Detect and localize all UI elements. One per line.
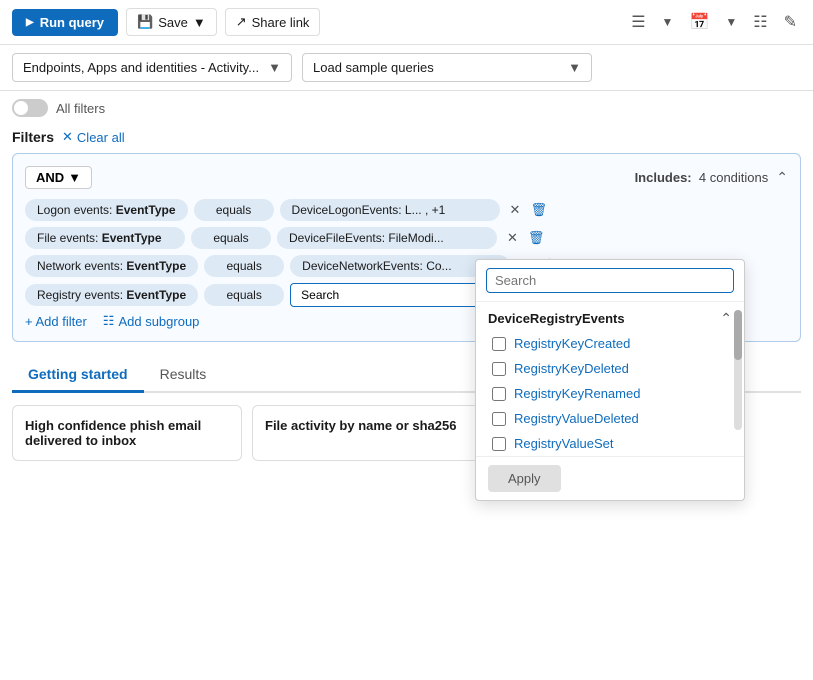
save-label: Save [158, 15, 188, 30]
remove-row-1-button[interactable]: ✕ [503, 228, 522, 248]
value-dropdown-overlay: DeviceRegistryEvents ⌃ RegistryKeyCreate… [475, 259, 745, 501]
dropdown-item-label-2: RegistryKeyRenamed [514, 386, 640, 401]
includes-text: Includes: [635, 170, 692, 185]
run-query-label: Run query [40, 15, 104, 30]
sample-queries-chevron: ▼ [568, 60, 581, 75]
top-bar: ▶ Run query 💾 Save ▼ ↗ Share link ☰ ▼ 📅 … [0, 0, 813, 45]
all-filters-toggle[interactable] [12, 99, 48, 117]
dropdown-scrollbar[interactable] [734, 310, 742, 430]
and-label: AND [36, 170, 64, 185]
add-subgroup-label: Add subgroup [118, 314, 199, 329]
source-dropdown-value: Endpoints, Apps and identities - Activit… [23, 60, 259, 75]
card-1[interactable]: File activity by name or sha256 [252, 405, 482, 461]
filters-row: Filters ✕ Clear all [0, 125, 813, 153]
filter-area: AND ▼ Includes: 4 conditions ⌃ Logon eve… [12, 153, 801, 342]
filter-row-1: File events: EventType equals DeviceFile… [25, 227, 788, 249]
filter-field-0[interactable]: Logon events: EventType [25, 199, 188, 221]
tab-getting-started-label: Getting started [28, 366, 128, 382]
subgroup-icon: ☷ [103, 313, 115, 329]
card-0-title: High confidence phish email delivered to… [25, 418, 201, 448]
dropdown-search-input[interactable] [486, 268, 734, 293]
card-1-title: File activity by name or sha256 [265, 418, 456, 433]
filter-field-3[interactable]: Registry events: EventType [25, 284, 198, 306]
includes-label: Includes: 4 conditions [635, 170, 769, 185]
all-filters-row: All filters [0, 91, 813, 125]
remove-row-0-button[interactable]: ✕ [506, 200, 525, 220]
dropdown-footer: Apply [476, 456, 744, 500]
dropdown-group-header: DeviceRegistryEvents ⌃ [476, 302, 744, 331]
list-view-button[interactable]: ☰ [627, 8, 649, 36]
edit-icon-button[interactable]: ✎ [780, 8, 801, 36]
dropdown-item-label-3: RegistryValueDeleted [514, 411, 639, 426]
delete-row-0-button[interactable]: 🗑 [530, 202, 547, 218]
tab-results[interactable]: Results [144, 358, 223, 393]
dropdown-item-2[interactable]: RegistryKeyRenamed [476, 381, 744, 406]
filter-header: AND ▼ Includes: 4 conditions ⌃ [25, 166, 788, 189]
save-button[interactable]: 💾 Save ▼ [126, 8, 217, 36]
share-link-button[interactable]: ↗ Share link [225, 8, 321, 36]
dropdown-checkbox-2[interactable] [492, 387, 506, 401]
close-x-icon: ✕ [62, 129, 73, 145]
toggle-knob [14, 101, 28, 115]
filter-op-2[interactable]: equals [204, 255, 284, 277]
delete-row-1-button[interactable]: 🗑 [528, 230, 545, 246]
run-query-button[interactable]: ▶ Run query [12, 9, 118, 36]
top-right-actions: ☰ ▼ 📅 ▼ ☷ ✎ [627, 8, 801, 36]
source-dropdown-chevron: ▼ [268, 60, 281, 75]
and-operator-button[interactable]: AND ▼ [25, 166, 92, 189]
dropdown-item-0[interactable]: RegistryKeyCreated [476, 331, 744, 356]
add-subgroup-button[interactable]: ☷ Add subgroup [103, 313, 200, 329]
dropdown-checkbox-1[interactable] [492, 362, 506, 376]
clear-all-button[interactable]: ✕ Clear all [62, 129, 125, 145]
save-icon: 💾 [137, 14, 153, 30]
filter-row-0: Logon events: EventType equals DeviceLog… [25, 199, 788, 221]
calendar-chevron-icon[interactable]: ▼ [721, 11, 741, 33]
sample-queries-value: Load sample queries [313, 60, 434, 75]
conditions-count: 4 conditions [699, 170, 768, 185]
dropdown-checkbox-4[interactable] [492, 437, 506, 451]
dropdowns-row: Endpoints, Apps and identities - Activit… [0, 45, 813, 91]
chevron-list-icon[interactable]: ▼ [658, 11, 678, 33]
add-filter-label: + Add filter [25, 314, 87, 329]
apply-button[interactable]: Apply [488, 465, 561, 492]
tab-results-label: Results [160, 366, 207, 382]
filter-field-2[interactable]: Network events: EventType [25, 255, 198, 277]
dropdown-collapse-button[interactable]: ⌃ [720, 310, 732, 327]
filter-op-0[interactable]: equals [194, 199, 274, 221]
dropdown-item-label-0: RegistryKeyCreated [514, 336, 630, 351]
dropdown-checkbox-0[interactable] [492, 337, 506, 351]
filter-op-1[interactable]: equals [191, 227, 271, 249]
filter-value-0[interactable]: DeviceLogonEvents: L... , +1 [280, 199, 500, 221]
share-link-label: Share link [252, 15, 310, 30]
collapse-button[interactable]: ⌃ [776, 169, 788, 186]
add-filter-button[interactable]: + Add filter [25, 313, 87, 329]
card-0[interactable]: High confidence phish email delivered to… [12, 405, 242, 461]
and-chevron-icon: ▼ [68, 170, 81, 185]
dropdown-search-box [476, 260, 744, 302]
dropdown-item-4[interactable]: RegistryValueSet [476, 431, 744, 456]
save-chevron-icon: ▼ [193, 15, 206, 30]
all-filters-label: All filters [56, 101, 105, 116]
filters-label: Filters [12, 129, 54, 145]
clear-all-label: Clear all [77, 130, 125, 145]
dropdown-item-3[interactable]: RegistryValueDeleted [476, 406, 744, 431]
dropdown-item-label-1: RegistryKeyDeleted [514, 361, 629, 376]
filter-value-1[interactable]: DeviceFileEvents: FileModi... [277, 227, 497, 249]
tab-getting-started[interactable]: Getting started [12, 358, 144, 393]
scrollbar-thumb [734, 310, 742, 360]
dropdown-group-name: DeviceRegistryEvents [488, 311, 625, 326]
dropdown-checkbox-3[interactable] [492, 412, 506, 426]
calendar-button[interactable]: 📅 [685, 8, 713, 36]
filter-field-1[interactable]: File events: EventType [25, 227, 185, 249]
source-dropdown[interactable]: Endpoints, Apps and identities - Activit… [12, 53, 292, 82]
play-icon: ▶ [26, 17, 34, 28]
share-icon: ↗ [236, 14, 247, 30]
sample-queries-dropdown[interactable]: Load sample queries ▼ [302, 53, 592, 82]
dropdown-item-label-4: RegistryValueSet [514, 436, 613, 451]
table-icon-button[interactable]: ☷ [749, 8, 771, 36]
dropdown-item-1[interactable]: RegistryKeyDeleted [476, 356, 744, 381]
filter-op-3[interactable]: equals [204, 284, 284, 306]
